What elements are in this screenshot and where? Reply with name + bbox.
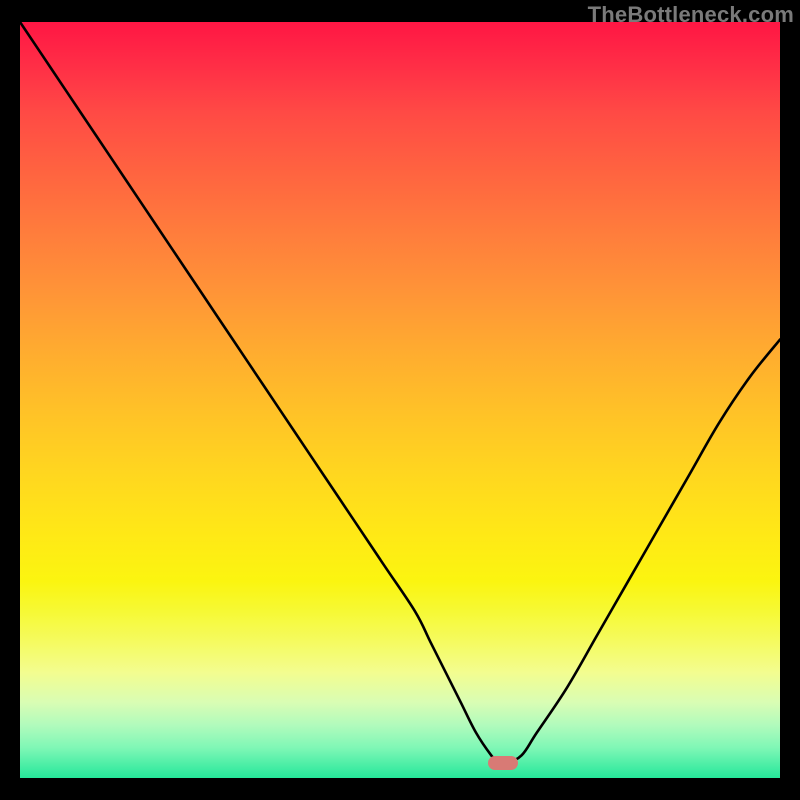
chart-plot-area <box>20 22 780 778</box>
watermark-text: TheBottleneck.com <box>588 2 794 28</box>
bottleneck-curve <box>20 22 780 778</box>
optimal-point-marker <box>488 756 518 770</box>
